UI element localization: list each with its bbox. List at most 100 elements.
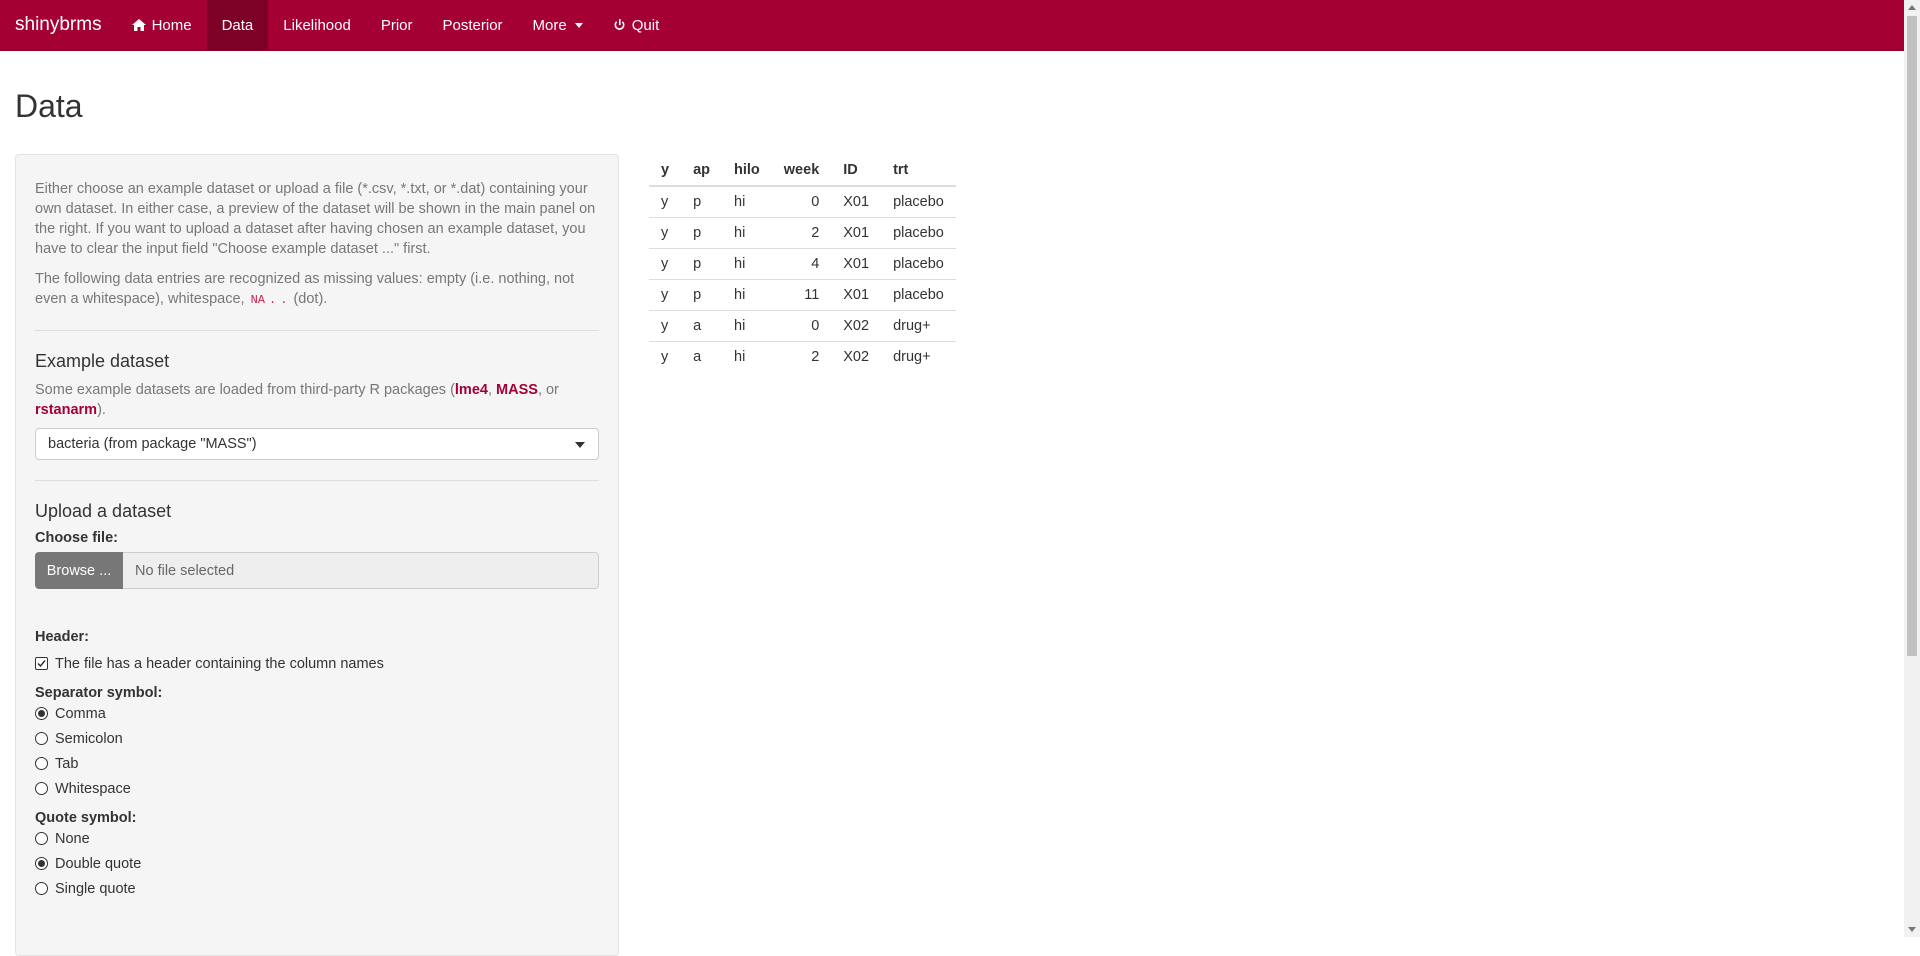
table-cell: 4 (771, 248, 832, 280)
radio-button[interactable] (35, 782, 48, 795)
separator-option-label: Comma (55, 705, 106, 722)
missing-values-suffix: (dot). (293, 291, 328, 307)
table-cell: y (649, 279, 682, 311)
package-link-rstanarm[interactable]: rstanarm (35, 402, 97, 418)
nav-likelihood[interactable]: Likelihood (268, 0, 366, 50)
intro-text: Either choose an example dataset or uplo… (35, 181, 596, 257)
example-dataset-select[interactable]: bacteria (from package "MASS") (35, 428, 599, 460)
separator-option-label: Tab (55, 755, 79, 772)
table-cell: 0 (771, 310, 832, 342)
table-cell: 11 (771, 279, 832, 311)
page-scrollbar[interactable] (1904, 0, 1920, 937)
radio-button[interactable] (35, 732, 48, 745)
scroll-down-icon[interactable] (1908, 927, 1916, 932)
scroll-thumb[interactable] (1907, 16, 1917, 656)
separator-option-semicolon[interactable]: Semicolon (35, 726, 599, 751)
brand-title[interactable]: shinybrms (0, 0, 117, 50)
radio-button[interactable] (35, 857, 48, 870)
example-dataset-selected: bacteria (from package "MASS") (48, 436, 257, 452)
radio-button[interactable] (35, 757, 48, 770)
table-cell: a (693, 349, 702, 365)
divider (35, 480, 599, 481)
nav-posterior[interactable]: Posterior (428, 0, 518, 50)
data-preview-table: y ap hilo week ID trt y p hi 0 X01 placebo y p h… (649, 154, 956, 372)
table-cell: y (649, 310, 682, 342)
column-header: week (771, 154, 832, 187)
header-label: Header: (35, 629, 89, 645)
nav-home[interactable]: Home (117, 0, 207, 50)
table-cell: 0 (771, 186, 832, 218)
table-cell: placebo (881, 217, 956, 249)
page-title: Data (15, 88, 83, 124)
table-cell: drug+ (893, 349, 931, 365)
table-header-row: y ap hilo week ID trt (649, 154, 956, 187)
radio-button[interactable] (35, 707, 48, 720)
missing-code-na: NA (250, 293, 266, 307)
file-name-field[interactable]: No file selected (123, 552, 599, 589)
missing-code-space: . (269, 293, 277, 307)
table-cell: p (681, 248, 722, 280)
choose-file-label: Choose file: (35, 530, 118, 546)
nav-more-dropdown[interactable]: More (518, 0, 598, 50)
header-checkbox-option[interactable]: The file has a header containing the col… (35, 651, 599, 676)
package-link-mass[interactable]: MASS (496, 382, 538, 398)
separator-option-whitespace[interactable]: Whitespace (35, 776, 599, 801)
table-cell: placebo (881, 248, 956, 280)
nav-prior[interactable]: Prior (366, 0, 428, 50)
quote-option-none[interactable]: None (35, 826, 599, 851)
chevron-down-icon (575, 442, 585, 448)
separator-option-comma[interactable]: Comma (35, 701, 599, 726)
table-cell: drug+ (881, 310, 956, 342)
radio-button[interactable] (35, 832, 48, 845)
table-cell: a (681, 310, 722, 342)
table-cell: 2 (811, 349, 820, 365)
radio-button[interactable] (35, 882, 48, 895)
column-header: trt (881, 154, 956, 187)
quote-option-double[interactable]: Double quote (35, 851, 599, 876)
table-cell: p (681, 186, 722, 218)
package-link-lme4[interactable]: lme4 (455, 382, 488, 398)
nav-data-label: Data (221, 16, 254, 34)
table-row: y a hi 0 X02 drug+ (649, 310, 956, 342)
table-cell: p (681, 279, 722, 311)
example-note-sep2: , or (537, 382, 559, 398)
separator-option-tab[interactable]: Tab (35, 751, 599, 776)
table-cell: p (681, 217, 722, 249)
nav-posterior-label: Posterior (442, 16, 503, 34)
header-checkbox-label: The file has a header containing the col… (55, 655, 384, 672)
missing-code-dot: . (280, 293, 288, 307)
browse-button[interactable]: Browse ... (35, 552, 123, 589)
table-cell: hi (734, 349, 746, 365)
table-cell: X02 (831, 310, 882, 342)
divider (35, 330, 599, 331)
power-icon (614, 18, 625, 30)
table-row: y p hi 2 X01 placebo (649, 217, 956, 249)
table-cell: hi (722, 310, 772, 342)
quote-option-label: None (55, 830, 90, 847)
column-header: y (649, 154, 682, 187)
nav-data[interactable]: Data (206, 0, 269, 50)
table-cell: hi (722, 248, 772, 280)
missing-values-text: The following data entries are recognize… (35, 269, 599, 310)
table-cell: X01 (831, 186, 882, 218)
table-cell: placebo (881, 186, 956, 218)
scroll-up-icon[interactable] (1908, 5, 1916, 10)
table-cell: y (649, 217, 682, 249)
quote-option-single[interactable]: Single quote (35, 876, 599, 901)
table-body: y p hi 0 X01 placebo y p hi 2 X01 placebo y p hi 4 X01 pl… (649, 186, 956, 372)
example-dataset-heading: Example dataset (35, 351, 170, 371)
table-cell: hi (722, 279, 772, 311)
example-dataset-note: Some example datasets are loaded from th… (35, 380, 599, 420)
table-cell: hi (722, 217, 772, 249)
header-checkbox[interactable] (35, 657, 48, 670)
table-cell: 2 (771, 217, 832, 249)
table-cell: X01 (831, 217, 882, 249)
table-row: y p hi 0 X01 placebo (649, 186, 956, 218)
separator-option-label: Semicolon (55, 730, 123, 747)
table-cell: y (649, 186, 682, 218)
quote-label: Quote symbol: (35, 810, 137, 826)
nav-quit[interactable]: Quit (598, 0, 675, 50)
table-cell: X01 (831, 279, 882, 311)
nav-home-label: Home (151, 16, 192, 34)
example-note-sep1: , (487, 382, 497, 398)
